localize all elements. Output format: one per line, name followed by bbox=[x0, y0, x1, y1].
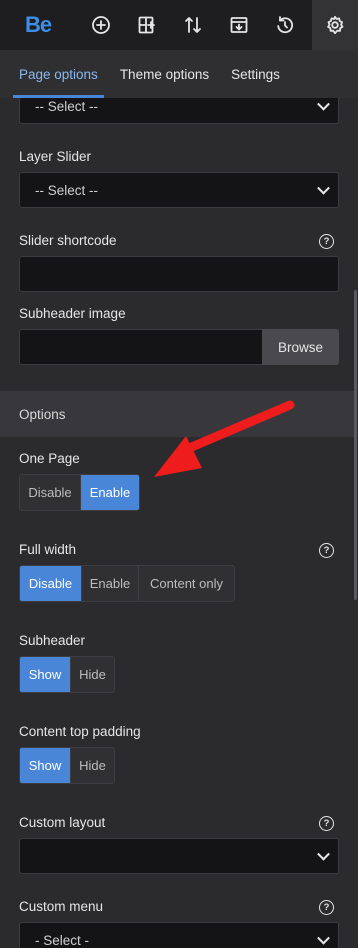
one-page-enable-button[interactable]: Enable bbox=[81, 475, 139, 510]
help-icon[interactable]: ? bbox=[319, 900, 334, 915]
annotation-arrow-icon bbox=[154, 400, 295, 477]
chevron-down-icon bbox=[317, 181, 330, 195]
layer-slider-value: -- Select -- bbox=[35, 182, 99, 198]
browse-button[interactable]: Browse bbox=[262, 329, 339, 365]
chevron-down-icon bbox=[317, 98, 330, 111]
import-button[interactable] bbox=[216, 0, 262, 50]
add-section-icon bbox=[138, 16, 155, 34]
custom-menu-label: Custom menu bbox=[19, 899, 104, 914]
help-icon[interactable]: ? bbox=[319, 543, 334, 558]
tab-theme-options[interactable]: Theme options bbox=[120, 50, 209, 98]
slider-shortcode-label: Slider shortcode bbox=[19, 233, 117, 248]
full-width-content-only-button[interactable]: Content only bbox=[139, 566, 234, 601]
custom-menu-select[interactable]: - Select - bbox=[19, 922, 339, 948]
add-circle-icon bbox=[92, 16, 110, 34]
subheader-hide-button[interactable]: Hide bbox=[71, 657, 114, 692]
gear-icon bbox=[327, 15, 344, 35]
chevron-down-icon bbox=[317, 847, 330, 861]
tab-page-options[interactable]: Page options bbox=[13, 50, 104, 98]
top-select[interactable]: -- Select -- bbox=[19, 98, 339, 124]
chevron-down-icon bbox=[317, 931, 330, 945]
full-width-disable-button[interactable]: Disable bbox=[20, 566, 82, 601]
options-section-title: Options bbox=[19, 406, 66, 422]
subheader-image-field: Browse bbox=[19, 329, 339, 365]
one-page-disable-button[interactable]: Disable bbox=[20, 475, 81, 510]
history-button[interactable] bbox=[262, 0, 308, 50]
content-top-padding-label: Content top padding bbox=[19, 724, 141, 739]
full-width-enable-button[interactable]: Enable bbox=[82, 566, 139, 601]
layer-slider-select[interactable]: -- Select -- bbox=[19, 172, 339, 208]
settings-button[interactable] bbox=[312, 0, 358, 50]
subheader-show-button[interactable]: Show bbox=[20, 657, 71, 692]
options-panel: -- Select -- Layer Slider -- Select -- S… bbox=[0, 98, 358, 948]
subheader-toggle: Show Hide bbox=[19, 656, 115, 693]
top-select-value: -- Select -- bbox=[35, 98, 99, 114]
custom-layout-select[interactable] bbox=[19, 838, 339, 874]
one-page-label: One Page bbox=[19, 451, 80, 466]
history-icon bbox=[277, 16, 294, 34]
top-toolbar: Be bbox=[0, 0, 358, 50]
layer-slider-label: Layer Slider bbox=[19, 149, 92, 164]
be-logo: Be bbox=[25, 12, 52, 37]
content-top-padding-toggle: Show Hide bbox=[19, 747, 115, 784]
subheader-image-label: Subheader image bbox=[19, 306, 126, 321]
tab-settings[interactable]: Settings bbox=[231, 50, 280, 98]
custom-menu-value: - Select - bbox=[35, 932, 90, 948]
content-top-padding-hide-button[interactable]: Hide bbox=[71, 748, 114, 783]
subheader-image-input[interactable] bbox=[19, 329, 262, 365]
full-width-toggle: Disable Enable Content only bbox=[19, 565, 235, 602]
add-section-button[interactable] bbox=[124, 0, 170, 50]
help-icon[interactable]: ? bbox=[319, 234, 334, 249]
add-element-button[interactable] bbox=[78, 0, 124, 50]
full-width-label: Full width bbox=[19, 542, 77, 557]
sort-button[interactable] bbox=[170, 0, 216, 50]
import-icon bbox=[230, 17, 248, 33]
options-tabs: Page options Theme options Settings bbox=[0, 50, 358, 98]
sort-arrows-icon bbox=[185, 17, 201, 33]
help-icon[interactable]: ? bbox=[319, 816, 334, 831]
one-page-toggle: Disable Enable bbox=[19, 474, 140, 511]
custom-layout-label: Custom layout bbox=[19, 815, 106, 830]
subheader-label: Subheader bbox=[19, 633, 86, 648]
content-top-padding-show-button[interactable]: Show bbox=[20, 748, 71, 783]
slider-shortcode-input[interactable] bbox=[19, 256, 339, 292]
scrollbar[interactable] bbox=[354, 290, 357, 600]
